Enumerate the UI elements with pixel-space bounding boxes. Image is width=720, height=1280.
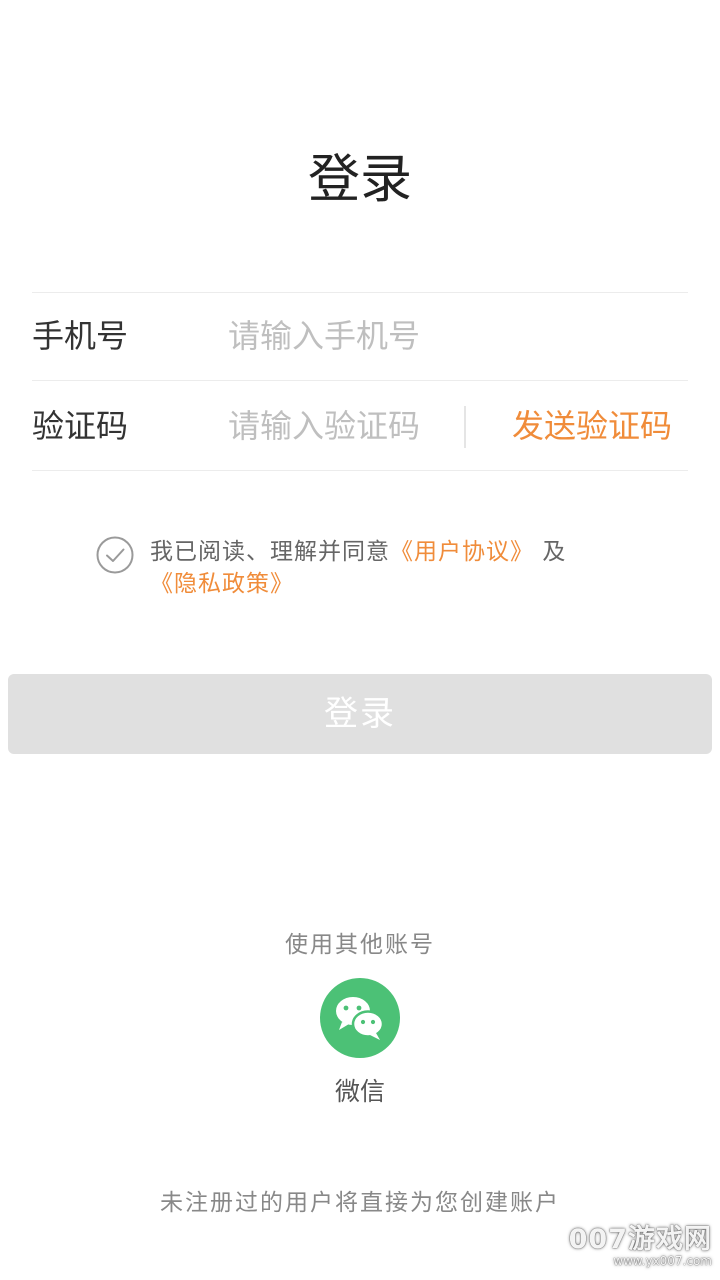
login-button[interactable]: 登录 bbox=[8, 674, 712, 754]
other-account-label: 使用其他账号 bbox=[285, 932, 435, 958]
user-agreement-link[interactable]: 《用户协议》 bbox=[390, 539, 534, 565]
wechat-icon bbox=[334, 995, 385, 1040]
phone-input[interactable] bbox=[228, 310, 628, 362]
watermark-main: 007游戏网 bbox=[568, 1224, 712, 1255]
watermark: 007游戏网 www.yx007.com bbox=[569, 1226, 712, 1267]
agreement-prefix: 我已阅读、理解并同意 bbox=[150, 539, 390, 565]
code-label: 验证码 bbox=[32, 407, 129, 445]
divider-bottom bbox=[32, 470, 688, 471]
agreement-conjunction: 及 bbox=[542, 539, 567, 565]
agreement-line-1: 我已阅读、理解并同意《用户协议》 及 bbox=[150, 536, 610, 568]
privacy-policy-link[interactable]: 《隐私政策》 bbox=[150, 571, 294, 597]
phone-label: 手机号 bbox=[32, 317, 129, 355]
code-row: 验证码 发送验证码 bbox=[32, 382, 688, 470]
wechat-label[interactable]: 微信 bbox=[0, 1074, 720, 1110]
wechat-login-button[interactable] bbox=[320, 978, 400, 1058]
code-separator bbox=[464, 406, 466, 448]
agreement-line-2: 《隐私政策》 bbox=[150, 568, 610, 600]
watermark-url: www.yx007.com bbox=[613, 1254, 712, 1268]
divider-middle bbox=[32, 380, 688, 381]
check-circle-icon[interactable] bbox=[96, 536, 134, 574]
phone-row: 手机号 bbox=[32, 292, 688, 380]
send-code-button[interactable]: 发送验证码 bbox=[512, 404, 672, 448]
code-input[interactable] bbox=[228, 400, 448, 452]
page-title: 登录 bbox=[307, 150, 412, 210]
footer-note: 未注册过的用户将直接为您创建账户 bbox=[160, 1190, 560, 1216]
